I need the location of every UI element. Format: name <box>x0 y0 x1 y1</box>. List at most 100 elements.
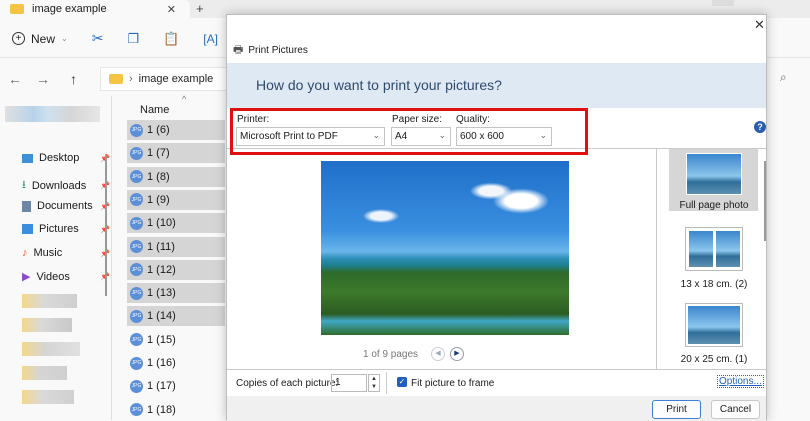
jpg-file-icon: JPG <box>130 123 143 137</box>
forward-icon[interactable]: → <box>36 71 50 87</box>
copies-row: Copies of each picture: 1 ▲ ▼ ✓ Fit pictu… <box>227 369 766 396</box>
nav-item-desktop[interactable]: Desktop📌 <box>22 152 110 164</box>
file-row[interactable]: JPG 1 (11) <box>127 236 225 257</box>
jpg-file-icon: JPG <box>130 403 143 417</box>
search-icon[interactable]: ⌕ <box>780 70 787 85</box>
nav-label: Downloads <box>31 179 87 192</box>
file-name: 1 (18) <box>147 403 176 416</box>
dialog-title-text: Print Pictures <box>248 45 308 56</box>
jpg-file-icon: JPG <box>130 170 143 184</box>
file-name: 1 (7) <box>147 147 170 160</box>
plus-circle-icon: + <box>12 32 25 45</box>
jpg-file-icon: JPG <box>130 356 143 370</box>
file-name: 1 (14) <box>147 310 176 323</box>
prev-page-icon[interactable]: ◀ <box>431 347 445 361</box>
nav-item-pictures[interactable]: Pictures📌 <box>22 223 110 235</box>
jpg-file-icon: JPG <box>130 216 143 230</box>
documents-icon <box>22 200 31 212</box>
copies-input[interactable]: 1 <box>331 374 367 392</box>
file-row[interactable]: JPG 1 (17) <box>127 376 225 396</box>
file-name: 1 (6) <box>147 124 170 136</box>
file-name: 1 (10) <box>147 217 176 230</box>
nav-label: Desktop <box>39 152 80 164</box>
nav-label: Videos <box>36 270 70 283</box>
jpg-file-icon: JPG <box>130 240 143 253</box>
cut-icon[interactable]: ✂ <box>92 30 104 47</box>
file-name: 1 (15) <box>147 333 176 346</box>
file-row[interactable]: JPG 1 (15) <box>127 330 225 350</box>
up-icon[interactable]: ↑ <box>70 71 77 87</box>
file-name: 1 (12) <box>147 263 176 276</box>
new-button[interactable]: + New ⌄ <box>12 32 68 46</box>
file-row[interactable]: JPG 1 (12) <box>127 259 225 280</box>
sort-arrow-icon: ^ <box>182 94 187 104</box>
preview-area: 1 of 9 pages ◀ ▶ <box>227 149 656 369</box>
file-row[interactable]: JPG 1 (9) <box>127 189 225 210</box>
dialog-header: How do you want to print your pictures? <box>227 63 766 108</box>
layout-item-20x25[interactable]: 20 x 25 cm. (1) <box>669 303 758 366</box>
download-icon: ⭳ <box>22 179 26 191</box>
folder-icon <box>10 4 24 14</box>
new-tab-button[interactable]: + <box>196 1 204 16</box>
minimize-button[interactable] <box>712 0 734 6</box>
highlight-box <box>230 108 588 155</box>
nav-item-downloads[interactable]: ⭳Downloads📌 <box>22 176 110 195</box>
fit-picture-label[interactable]: Fit picture to frame <box>411 378 494 389</box>
layout-thumbnail <box>686 153 742 195</box>
file-name: 1 (13) <box>147 287 176 300</box>
file-row[interactable]: JPG 1 (6) <box>127 120 225 140</box>
options-link[interactable]: Options... <box>717 375 764 388</box>
file-name: 1 (8) <box>147 170 170 183</box>
music-icon: ♪ <box>22 247 28 259</box>
videos-icon: ▶ <box>22 271 31 283</box>
column-header-name[interactable]: Name <box>140 104 169 116</box>
layout-thumbnail <box>685 303 743 347</box>
file-list: Name ^ JPG 1 (6) JPG 1 (7) JPG 1 (8) JPG 1 (9) J… <box>112 94 226 420</box>
tab-title: image example <box>32 3 107 15</box>
tab-image-example[interactable]: image example ✕ <box>0 0 190 18</box>
photo-preview <box>321 161 569 335</box>
file-row[interactable]: JPG 1 (8) <box>127 166 225 187</box>
print-button[interactable]: Print <box>652 400 701 419</box>
layout-scrollbar[interactable] <box>764 161 766 241</box>
nav-scrollbar[interactable] <box>105 156 107 296</box>
file-row[interactable]: JPG 1 (16) <box>127 353 225 373</box>
desktop-icon <box>22 153 33 163</box>
file-row[interactable]: JPG 1 (14) <box>127 306 225 327</box>
dialog-title: 🖶 Print Pictures <box>233 41 308 60</box>
layout-item-13x18[interactable]: 13 x 18 cm. (2) <box>669 227 758 290</box>
close-tab-icon[interactable]: ✕ <box>167 3 176 16</box>
next-page-icon[interactable]: ▶ <box>450 347 464 361</box>
help-icon[interactable]: ? <box>754 121 766 133</box>
copy-icon[interactable]: ❐ <box>127 31 139 47</box>
nav-label: Pictures <box>39 223 79 235</box>
printer-icon: 🖶 <box>233 44 244 56</box>
new-label: New <box>31 31 56 46</box>
nav-item-music[interactable]: ♪Music📌 <box>22 247 110 259</box>
close-icon[interactable]: ✕ <box>754 17 765 33</box>
layout-label: 13 x 18 cm. (2) <box>680 279 748 290</box>
nav-item-videos[interactable]: ▶Videos📌 <box>22 270 110 284</box>
file-row[interactable]: JPG 1 (7) <box>127 143 225 164</box>
jpg-file-icon: JPG <box>130 309 143 323</box>
cancel-button[interactable]: Cancel <box>711 400 760 419</box>
pictures-icon <box>22 224 33 234</box>
address-bar[interactable]: › image example <box>100 67 230 91</box>
file-row[interactable]: JPG 1 (18) <box>127 400 225 420</box>
layout-item-full-page[interactable]: Full page photo <box>669 149 758 211</box>
address-path: image example <box>138 73 214 85</box>
rename-icon[interactable]: [A] <box>203 32 218 46</box>
nav-item-documents[interactable]: Documents📌 <box>22 200 110 212</box>
jpg-file-icon: JPG <box>130 263 143 277</box>
fit-picture-checkbox[interactable]: ✓ <box>397 377 407 387</box>
file-row[interactable]: JPG 1 (13) <box>127 283 225 304</box>
back-icon[interactable]: ← <box>8 71 22 87</box>
file-name: 1 (11) <box>147 240 175 253</box>
jpg-file-icon: JPG <box>130 333 143 347</box>
nav-label: Music <box>33 247 63 259</box>
file-row[interactable]: JPG 1 (10) <box>127 213 225 234</box>
paste-icon[interactable]: 📋 <box>163 31 179 47</box>
dialog-footer: Print Cancel <box>227 396 766 421</box>
jpg-file-icon: JPG <box>130 379 143 393</box>
copies-spinner[interactable]: ▲ ▼ <box>368 374 380 392</box>
